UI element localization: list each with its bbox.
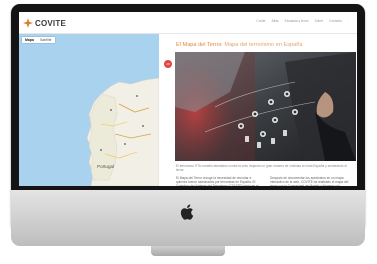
covite-logo-icon bbox=[23, 18, 33, 28]
nav-item-escalada[interactable]: Escalada y terror bbox=[285, 19, 309, 23]
map-country-label: Portugal bbox=[97, 164, 115, 169]
photo-caption: El terrorismo ETA cometió atentados cont… bbox=[176, 164, 347, 172]
site-header: COVITE Covite Atlas Escalada y terror So… bbox=[19, 12, 357, 34]
logo-text: COVITE bbox=[35, 18, 66, 28]
article-title-main: El Mapa del Terror. bbox=[176, 42, 223, 48]
article-title: El Mapa del Terror. Mapa del terrorismo … bbox=[176, 42, 356, 48]
article-column-2: Después de documentar los asesinatos en … bbox=[270, 176, 349, 186]
article-panel: El Mapa del Terror. Mapa del terrorismo … bbox=[175, 34, 357, 186]
nav-item-covite[interactable]: Covite bbox=[256, 19, 265, 23]
main-nav: Covite Atlas Escalada y terror Sobre Con… bbox=[256, 19, 349, 23]
map-type-tabs: Mapa Satélite bbox=[22, 37, 55, 43]
nav-item-atlas[interactable]: Atlas bbox=[271, 19, 278, 23]
apple-logo-icon bbox=[180, 204, 194, 220]
imac-monitor: COVITE Covite Atlas Escalada y terror So… bbox=[11, 4, 365, 258]
site-logo[interactable]: COVITE bbox=[23, 17, 66, 29]
nav-item-contacto[interactable]: Contacto bbox=[329, 19, 342, 23]
tab-map[interactable]: Mapa bbox=[22, 37, 37, 43]
nav-item-sobre[interactable]: Sobre bbox=[315, 19, 324, 23]
article-photo bbox=[175, 52, 356, 161]
monitor-stand bbox=[151, 246, 225, 256]
map-canvas bbox=[19, 34, 159, 186]
article-column-1: El Mapa del Terror recoge la necesidad d… bbox=[176, 176, 259, 186]
screen: COVITE Covite Atlas Escalada y terror So… bbox=[19, 12, 357, 186]
map-panel[interactable]: Mapa Satélite Portugal bbox=[19, 34, 159, 186]
tab-satellite[interactable]: Satélite bbox=[37, 37, 55, 43]
nav-item-more[interactable]: · bbox=[348, 19, 349, 23]
article-title-sub: Mapa del terrorismo en España bbox=[222, 42, 303, 48]
close-icon[interactable]: 28 bbox=[164, 60, 172, 68]
